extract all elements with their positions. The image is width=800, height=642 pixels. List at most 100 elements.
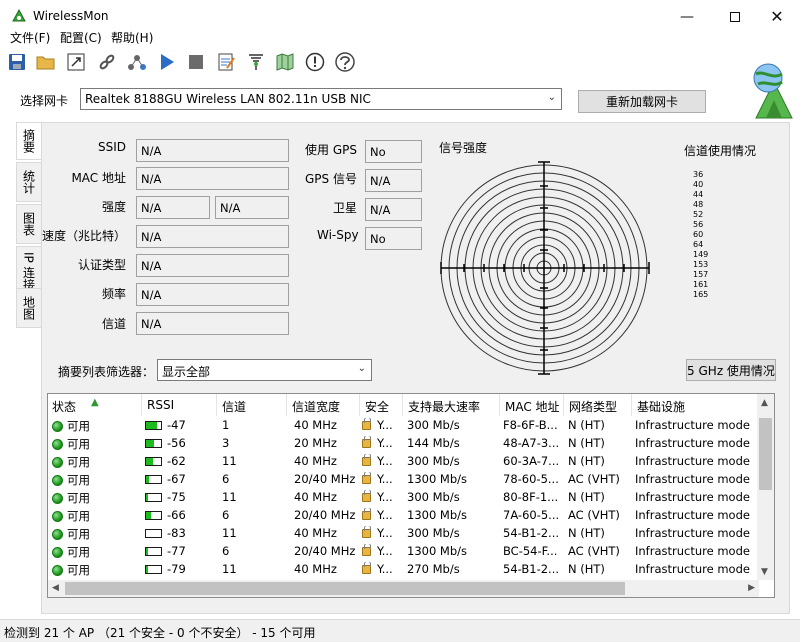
cell-text: 40 MHz <box>294 490 337 504</box>
cell-rssi: -56 <box>145 436 186 450</box>
col-width-header[interactable]: 信道宽度 <box>288 394 360 416</box>
antenna-icon[interactable] <box>245 51 267 73</box>
col-security-header[interactable]: 安全 <box>361 394 403 416</box>
table-row[interactable]: 可用 -79 11 40 MHz Y... 270 Mb/s 54-B1-2... N (HT… <box>48 560 760 578</box>
cell-text: 可用 <box>67 563 90 577</box>
adapter-select[interactable]: Realtek 8188GU Wireless LAN 802.11n USB … <box>80 88 562 110</box>
scroll-left-icon[interactable]: ◀ <box>52 583 59 593</box>
menu-help[interactable]: 帮助(H) <box>111 29 153 46</box>
cell-mac: 78-60-5... <box>503 472 559 486</box>
col-channel-header[interactable]: 信道 <box>218 394 287 416</box>
channel-tick: 149 <box>693 250 709 259</box>
cell-type: AC (VHT) <box>568 508 620 522</box>
cell-text: -79 <box>167 562 186 576</box>
status-dot-icon <box>52 511 63 522</box>
satellite-field: N/A <box>365 198 422 221</box>
strength-label: 强度 <box>101 200 126 214</box>
cell-text: Y... <box>377 562 393 576</box>
warning-icon[interactable] <box>304 51 326 73</box>
status-dot-icon <box>52 475 63 486</box>
table-row[interactable]: 可用 -83 11 40 MHz Y... 300 Mb/s 54-B1-2... N (HT… <box>48 524 760 542</box>
scroll-down-icon[interactable]: ▼ <box>761 567 768 577</box>
stop-icon[interactable] <box>185 51 207 73</box>
cell-text: 1 <box>222 418 230 432</box>
cell-text: Infrastructure mode <box>635 526 750 540</box>
cell-mac: 54-B1-2... <box>503 562 559 576</box>
channel-tick: 52 <box>693 210 704 219</box>
table-row[interactable]: 可用 -56 3 20 MHz Y... 144 Mb/s 48-A7-3... N (HT)… <box>48 434 760 452</box>
cell-status: 可用 <box>52 544 90 560</box>
signal-bar-icon <box>145 529 162 538</box>
frequency-field: N/A <box>136 283 289 306</box>
play-icon[interactable] <box>156 51 178 73</box>
cell-rssi: -66 <box>145 508 186 522</box>
status-dot-icon <box>52 439 63 450</box>
cell-ch: 11 <box>222 562 237 576</box>
col-mac-header[interactable]: MAC 地址 <box>501 394 564 416</box>
open-folder-icon[interactable] <box>35 51 57 73</box>
save-icon[interactable] <box>6 51 28 73</box>
col-status-header[interactable]: 状态 ▲ <box>48 394 142 416</box>
status-dot-icon <box>52 547 63 558</box>
cell-ch: 6 <box>222 544 229 558</box>
cell-rate: 300 Mb/s <box>407 454 460 468</box>
auth-label: 认证类型 <box>77 258 126 272</box>
cell-rate: 144 Mb/s <box>407 436 460 450</box>
cell-status: 可用 <box>52 418 90 434</box>
cell-text: Infrastructure mode <box>635 562 750 576</box>
cell-type: N (HT) <box>568 562 605 576</box>
scroll-right-icon[interactable]: ▶ <box>748 583 755 593</box>
cell-text: N (HT) <box>568 562 605 576</box>
table-row[interactable]: 可用 -62 11 40 MHz Y... 300 Mb/s 60-3A-7... N (HT… <box>48 452 760 470</box>
table-row[interactable]: 可用 -75 11 40 MHz Y... 300 Mb/s 80-8F-1... N (HT… <box>48 488 760 506</box>
cell-width: 40 MHz <box>294 418 337 432</box>
menu-file[interactable]: 文件(F) <box>10 29 50 46</box>
cell-text: 6 <box>222 508 230 522</box>
cell-mac: 7A-60-5... <box>503 508 559 522</box>
cell-text: Infrastructure mode <box>635 418 750 432</box>
cell-text: 可用 <box>67 419 90 433</box>
cell-text: N (HT) <box>568 418 605 432</box>
horizontal-scrollbar[interactable]: ◀ ▶ <box>48 580 759 597</box>
help-icon[interactable] <box>334 51 356 73</box>
lock-icon <box>362 562 371 574</box>
reload-adapter-button[interactable]: 重新加载网卡 <box>578 90 706 113</box>
resize-icon[interactable] <box>65 51 87 73</box>
vertical-scrollbar[interactable]: ▲ ▼ <box>757 394 774 580</box>
lock-icon <box>362 508 371 520</box>
signal-bar-icon <box>145 565 162 574</box>
table-row[interactable]: 可用 -47 1 40 MHz Y... 300 Mb/s F8-6F-B... N (HT)… <box>48 416 760 434</box>
cell-text: 20/40 MHz <box>294 508 356 522</box>
edit-list-icon[interactable] <box>215 51 237 73</box>
menu-bar: 文件(F) 配置(C) 帮助(H) <box>0 26 800 46</box>
map-icon[interactable] <box>274 51 296 73</box>
signal-bar-icon <box>145 475 162 484</box>
cell-text: -75 <box>167 490 186 504</box>
scroll-up-icon[interactable]: ▲ <box>761 398 768 408</box>
cell-status: 可用 <box>52 526 90 542</box>
table-row[interactable]: 可用 -66 6 20/40 MHz Y... 1300 Mb/s 7A-60-5... AC… <box>48 506 760 524</box>
5ghz-usage-button[interactable]: 5 GHz 使用情况 <box>686 359 776 381</box>
link-icon[interactable] <box>96 51 118 73</box>
cell-status: 可用 <box>52 436 90 452</box>
col-rate-header[interactable]: 支持最大速率 <box>404 394 500 416</box>
cell-rate: 300 Mb/s <box>407 418 460 432</box>
table-row[interactable]: 可用 -67 6 20/40 MHz Y... 1300 Mb/s 78-60-5... AC… <box>48 470 760 488</box>
scroll-thumb[interactable] <box>759 418 772 490</box>
cell-status: 可用 <box>52 562 90 578</box>
col-rssi-header[interactable]: RSSI <box>143 394 217 416</box>
cell-text: 40 MHz <box>294 562 337 576</box>
cell-text: 可用 <box>67 509 90 523</box>
menu-config[interactable]: 配置(C) <box>60 29 102 46</box>
hscroll-thumb[interactable] <box>65 582 625 595</box>
filter-select[interactable]: 显示全部 ⌄ <box>157 359 372 381</box>
cell-rate: 1300 Mb/s <box>407 472 467 486</box>
col-network-type-header[interactable]: 网络类型 <box>565 394 632 416</box>
network-icon[interactable] <box>126 51 148 73</box>
table-row[interactable]: 可用 -77 6 20/40 MHz Y... 1300 Mb/s BC-54-F... AC… <box>48 542 760 560</box>
strength-field-2: N/A <box>215 196 289 219</box>
cell-mac: 48-A7-3... <box>503 436 559 450</box>
cell-text: BC-54-F... <box>503 544 558 558</box>
cell-sec: Y... <box>362 490 393 504</box>
col-infrastructure-header[interactable]: 基础设施 <box>633 394 760 416</box>
